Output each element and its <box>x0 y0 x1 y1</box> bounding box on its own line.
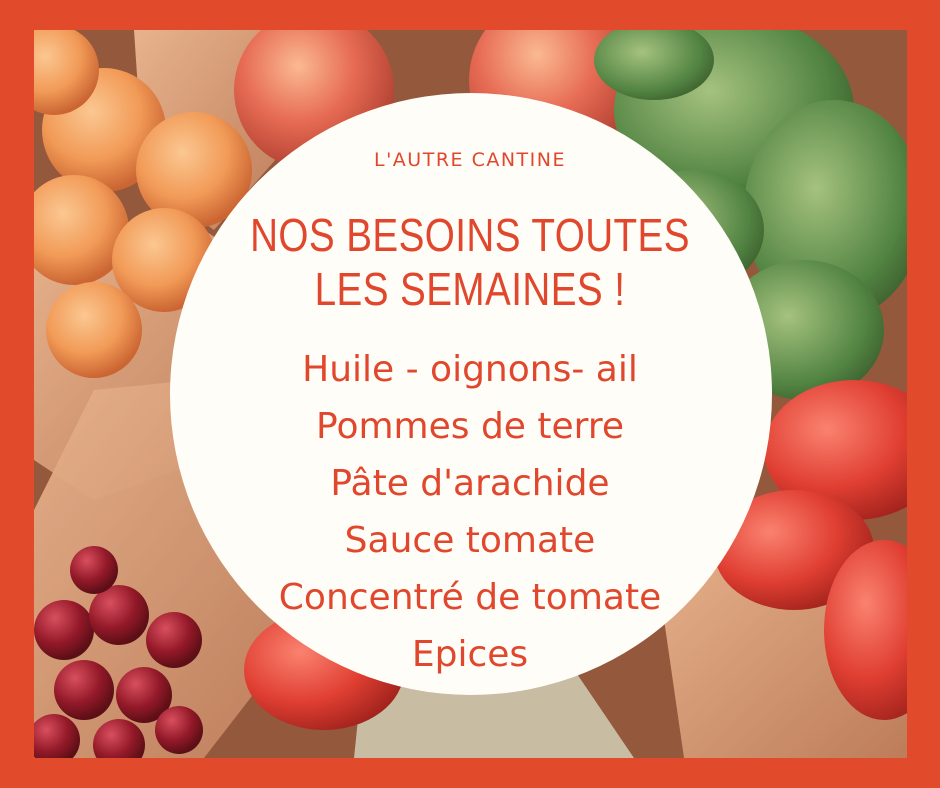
headline-line-2: LES SEMAINES ! <box>314 263 626 315</box>
need-item: Epices <box>411 634 529 675</box>
need-item: Sauce tomate <box>344 520 596 561</box>
need-item: Pâte d'arachide <box>330 463 610 504</box>
need-item: Pommes de terre <box>316 406 624 447</box>
headline-line-1: NOS BESOINS TOUTES <box>250 209 690 261</box>
need-item: Concentré de tomate <box>278 577 662 618</box>
brand-name: L'AUTRE CANTINE <box>374 149 566 171</box>
need-item: Huile - oignons- ail <box>302 349 638 390</box>
